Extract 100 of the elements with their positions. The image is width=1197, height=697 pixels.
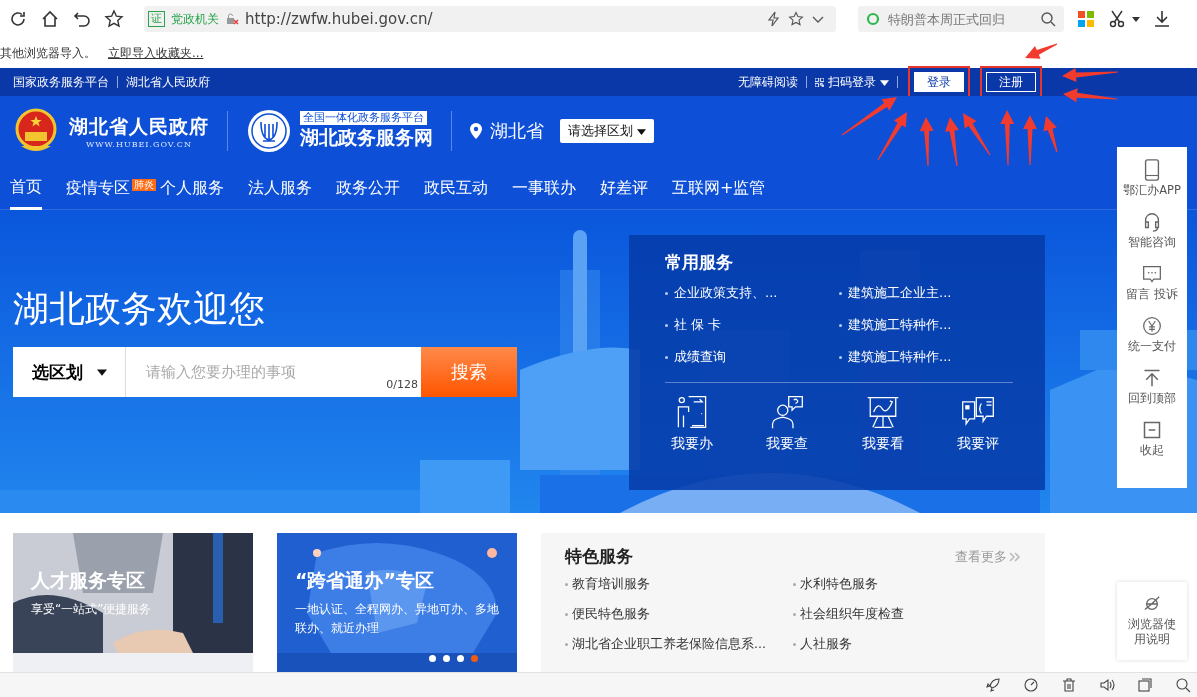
zoom-icon[interactable]	[1175, 677, 1191, 693]
annotation-arrow	[963, 113, 991, 156]
annotation-arrow	[1000, 110, 1015, 165]
char-counter: 0/128	[386, 347, 421, 397]
caret-icon	[880, 77, 889, 87]
carousel-dot[interactable]	[457, 655, 464, 662]
caret-icon[interactable]	[1132, 15, 1140, 23]
site-name[interactable]: 湖北政务服务网	[300, 125, 433, 151]
panel-title: 常用服务	[665, 251, 734, 274]
hero-title: 湖北政务欢迎您	[13, 287, 266, 331]
location-pin-icon	[470, 123, 482, 139]
qr-code-icon	[815, 77, 824, 87]
import-hint: 其他浏览器导入。	[0, 44, 96, 62]
scan-login-link[interactable]: 扫码登录	[815, 73, 889, 91]
nav-tab[interactable]: 疫情专区	[66, 165, 130, 210]
service-link[interactable]: 水利特色服务	[800, 576, 878, 593]
undo-icon[interactable]	[72, 9, 92, 29]
service-link[interactable]: 湖北省企业职工养老保险信息系...	[572, 636, 766, 653]
nav-tab[interactable]: 互联网+监管	[672, 165, 766, 210]
annotation-arrow	[1062, 68, 1118, 82]
nav-tab[interactable]: 个人服务	[160, 165, 224, 210]
emblem-icon	[13, 108, 59, 154]
service-link[interactable]: 社 保 卡	[674, 316, 722, 334]
service-shortcut[interactable]: 我要看	[861, 395, 904, 453]
nav-tab[interactable]: 政务公开	[336, 165, 400, 210]
bullet	[565, 643, 568, 646]
service-link[interactable]: 社会组织年度检查	[800, 606, 904, 623]
refresh-icon[interactable]	[8, 9, 28, 29]
nav-tab[interactable]: 法人服务	[248, 165, 312, 210]
home-icon[interactable]	[40, 9, 60, 29]
banner-subtitle: 一地认证、全程网办、异地可办、多地联办、就近办理	[295, 601, 500, 637]
side-tool[interactable]: 智能咨询	[1128, 211, 1176, 250]
browser-help-button[interactable]: 浏览器使用说明	[1117, 582, 1187, 660]
service-shortcut[interactable]: 我要查	[766, 395, 809, 453]
service-link[interactable]: 教育培训服务	[572, 576, 650, 593]
service-link[interactable]: 企业政策支持、...	[674, 284, 778, 302]
person-question-icon	[770, 395, 805, 429]
nav-tab[interactable]: 好差评	[600, 165, 648, 210]
login-button[interactable]: 登录	[914, 72, 964, 92]
service-link[interactable]: 建筑施工企业主...	[848, 284, 952, 302]
bullet	[665, 355, 668, 359]
window-icon[interactable]	[1137, 677, 1153, 693]
speed-icon[interactable]	[1023, 677, 1039, 693]
province-label: 湖北省	[490, 119, 544, 143]
service-link[interactable]: 建筑施工特种作...	[848, 316, 952, 334]
browser-search-field[interactable]: 特朗普本周正式回归	[858, 6, 1064, 32]
carousel-dot[interactable]	[429, 655, 436, 662]
search-engine-icon	[866, 12, 880, 26]
gov-url: WWW.HUBEI.GOV.CN	[86, 139, 192, 149]
nav-tab[interactable]: 一事联办	[512, 165, 576, 210]
top-link[interactable]: 湖北省人民政府	[117, 76, 210, 88]
top-link[interactable]: 国家政务服务平台	[13, 73, 109, 91]
gov-name[interactable]: 湖北省人民政府	[69, 113, 209, 140]
double-chevron-icon	[1009, 550, 1021, 563]
trash-icon[interactable]	[1061, 677, 1077, 693]
grid-icon[interactable]	[1076, 9, 1096, 29]
url-text[interactable]: http://zwfw.hubei.gov.cn/	[245, 10, 760, 28]
side-tool[interactable]: 统一支付	[1128, 315, 1176, 354]
insecure-lock-icon[interactable]	[225, 12, 239, 26]
side-tool[interactable]: 鄂汇办APP	[1123, 159, 1181, 198]
banner-title: “跨省通办”专区	[295, 568, 435, 593]
annotation-arrow	[1063, 88, 1118, 103]
speaker-icon[interactable]	[1099, 677, 1115, 693]
carousel-dot[interactable]	[471, 655, 478, 662]
search-icon[interactable]	[1040, 11, 1056, 27]
panel-title: 特色服务	[565, 545, 633, 568]
site-category-label: 党政机关	[171, 10, 219, 28]
lightning-icon[interactable]	[766, 11, 782, 27]
side-tool[interactable]: 收起	[1140, 419, 1164, 458]
service-shortcut[interactable]: 我要办	[671, 395, 713, 453]
side-tool[interactable]: 留言 投诉	[1126, 263, 1178, 302]
service-link[interactable]: 便民特色服务	[572, 606, 650, 623]
download-icon[interactable]	[1152, 9, 1172, 29]
caret-icon	[637, 126, 646, 136]
bullet	[565, 613, 568, 616]
service-link[interactable]: 建筑施工特种作...	[848, 348, 952, 366]
side-tool[interactable]: 回到顶部	[1128, 367, 1176, 406]
message-icon	[1142, 263, 1162, 285]
caret-icon	[96, 367, 107, 377]
bullet	[565, 583, 568, 586]
accessibility-link[interactable]: 无障碍阅读	[738, 73, 798, 91]
service-link[interactable]: 成绩查询	[674, 348, 726, 366]
register-button[interactable]: 注册	[986, 72, 1036, 92]
import-bookmarks-link[interactable]: 立即导入收藏夹...	[108, 44, 204, 62]
search-field[interactable]: 请输入您要办理的事项	[126, 347, 387, 397]
nav-tab[interactable]: 政民互动	[424, 165, 488, 210]
rocket-icon[interactable]	[985, 677, 1001, 693]
star-icon[interactable]	[788, 11, 804, 27]
bullet	[665, 323, 668, 327]
collapse-icon	[1142, 419, 1162, 441]
annotation-arrow	[919, 117, 934, 166]
headset-icon	[1142, 211, 1162, 233]
service-link[interactable]: 人社服务	[800, 636, 852, 653]
service-shortcut[interactable]: 我要评	[957, 395, 999, 453]
region-dropdown[interactable]: 请选择区划	[560, 119, 654, 143]
region-select[interactable]: 选区划	[13, 347, 126, 397]
speech-faces-icon	[961, 395, 995, 429]
star-icon[interactable]	[104, 9, 124, 29]
carousel-dot[interactable]	[443, 655, 450, 662]
search-input[interactable]: 特朗普本周正式回归	[886, 10, 1034, 28]
